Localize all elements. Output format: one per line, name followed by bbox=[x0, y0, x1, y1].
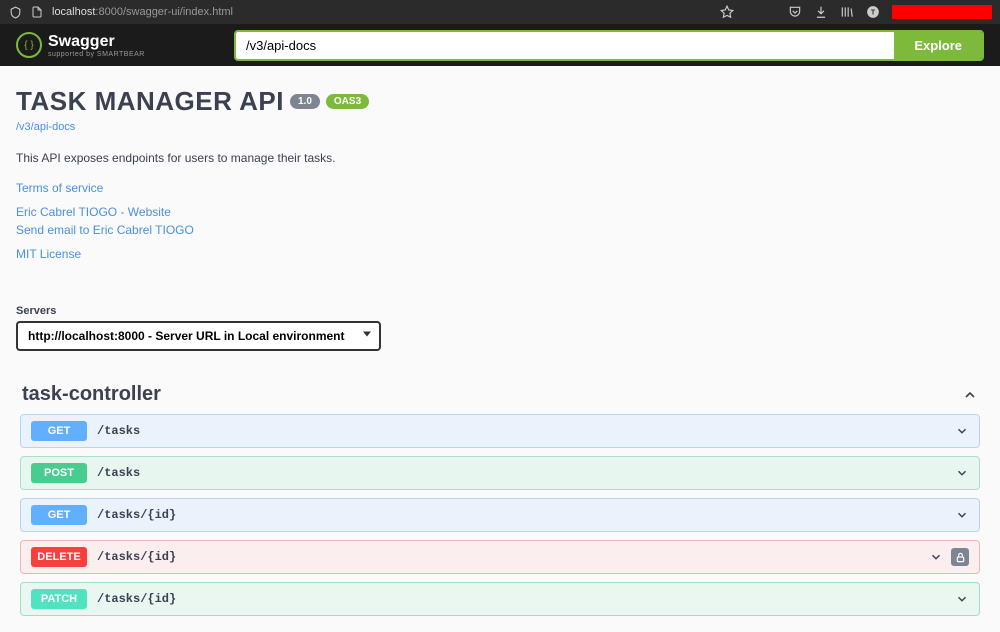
endpoint-path: /tasks bbox=[97, 466, 955, 480]
logo-text: Swagger bbox=[48, 33, 145, 51]
endpoint-row[interactable]: PATCH/tasks/{id} bbox=[20, 582, 980, 616]
servers-section: Servers http://localhost:8000 - Server U… bbox=[0, 293, 1000, 367]
swagger-topbar: { } Swagger supported by SMARTBEAR Explo… bbox=[0, 24, 1000, 66]
redacted-area bbox=[892, 5, 992, 19]
author-link[interactable]: Eric Cabrel TIOGO - Website bbox=[16, 203, 984, 221]
download-icon[interactable] bbox=[814, 5, 828, 19]
server-select[interactable]: http://localhost:8000 - Server URL in Lo… bbox=[16, 321, 381, 351]
chevron-down-icon bbox=[955, 424, 969, 438]
endpoint-path: /tasks/{id} bbox=[97, 550, 929, 564]
explore-button[interactable]: Explore bbox=[894, 32, 982, 59]
swagger-logo-icon: { } bbox=[16, 32, 42, 58]
spec-url-input[interactable] bbox=[236, 32, 894, 59]
oas-badge: OAS3 bbox=[326, 94, 369, 109]
http-method-badge: GET bbox=[31, 421, 87, 441]
chevron-down-icon bbox=[929, 550, 943, 564]
swagger-logo[interactable]: { } Swagger supported by SMARTBEAR bbox=[16, 32, 145, 58]
page-icon bbox=[30, 5, 44, 19]
api-docs-link[interactable]: /v3/api-docs bbox=[16, 121, 75, 133]
api-title: TASK MANAGER API bbox=[16, 86, 284, 117]
library-icon[interactable] bbox=[840, 5, 854, 19]
endpoint-row[interactable]: GET/tasks/{id} bbox=[20, 498, 980, 532]
endpoint-row[interactable]: GET/tasks bbox=[20, 414, 980, 448]
endpoint-row[interactable]: POST/tasks bbox=[20, 456, 980, 490]
version-badge: 1.0 bbox=[290, 94, 320, 109]
chevron-down-icon bbox=[955, 592, 969, 606]
pocket-icon[interactable] bbox=[788, 5, 802, 19]
spec-url-form: Explore bbox=[234, 30, 984, 61]
account-icon[interactable]: T bbox=[866, 5, 880, 19]
tos-link[interactable]: Terms of service bbox=[16, 179, 984, 197]
endpoint-path: /tasks bbox=[97, 424, 955, 438]
chevron-down-icon bbox=[955, 508, 969, 522]
license-link[interactable]: MIT License bbox=[16, 245, 984, 263]
controller-name: task-controller bbox=[22, 383, 161, 406]
url-display[interactable]: localhost:8000/swagger-ui/index.html bbox=[52, 6, 233, 18]
lock-icon[interactable] bbox=[951, 548, 969, 566]
endpoint-path: /tasks/{id} bbox=[97, 508, 955, 522]
endpoint-path: /tasks/{id} bbox=[97, 592, 955, 606]
star-icon[interactable] bbox=[720, 5, 734, 19]
contact-email-link[interactable]: Send email to Eric Cabrel TIOGO bbox=[16, 221, 984, 239]
chevron-down-icon bbox=[955, 466, 969, 480]
controller-toggle[interactable]: task-controller bbox=[20, 375, 980, 414]
api-description: This API exposes endpoints for users to … bbox=[16, 151, 984, 165]
svg-text:T: T bbox=[871, 9, 876, 16]
endpoint-row[interactable]: DELETE/tasks/{id} bbox=[20, 540, 980, 574]
http-method-badge: GET bbox=[31, 505, 87, 525]
operations-section: task-controller GET/tasksPOST/tasksGET/t… bbox=[0, 367, 1000, 632]
http-method-badge: POST bbox=[31, 463, 87, 483]
api-info-section: TASK MANAGER API 1.0 OAS3 /v3/api-docs T… bbox=[0, 66, 1000, 283]
chevron-up-icon bbox=[962, 387, 978, 403]
http-method-badge: PATCH bbox=[31, 589, 87, 609]
http-method-badge: DELETE bbox=[31, 547, 87, 567]
logo-subtitle: supported by SMARTBEAR bbox=[48, 51, 145, 58]
shield-icon bbox=[8, 5, 22, 19]
browser-address-bar: localhost:8000/swagger-ui/index.html T bbox=[0, 0, 1000, 24]
servers-label: Servers bbox=[16, 305, 984, 317]
